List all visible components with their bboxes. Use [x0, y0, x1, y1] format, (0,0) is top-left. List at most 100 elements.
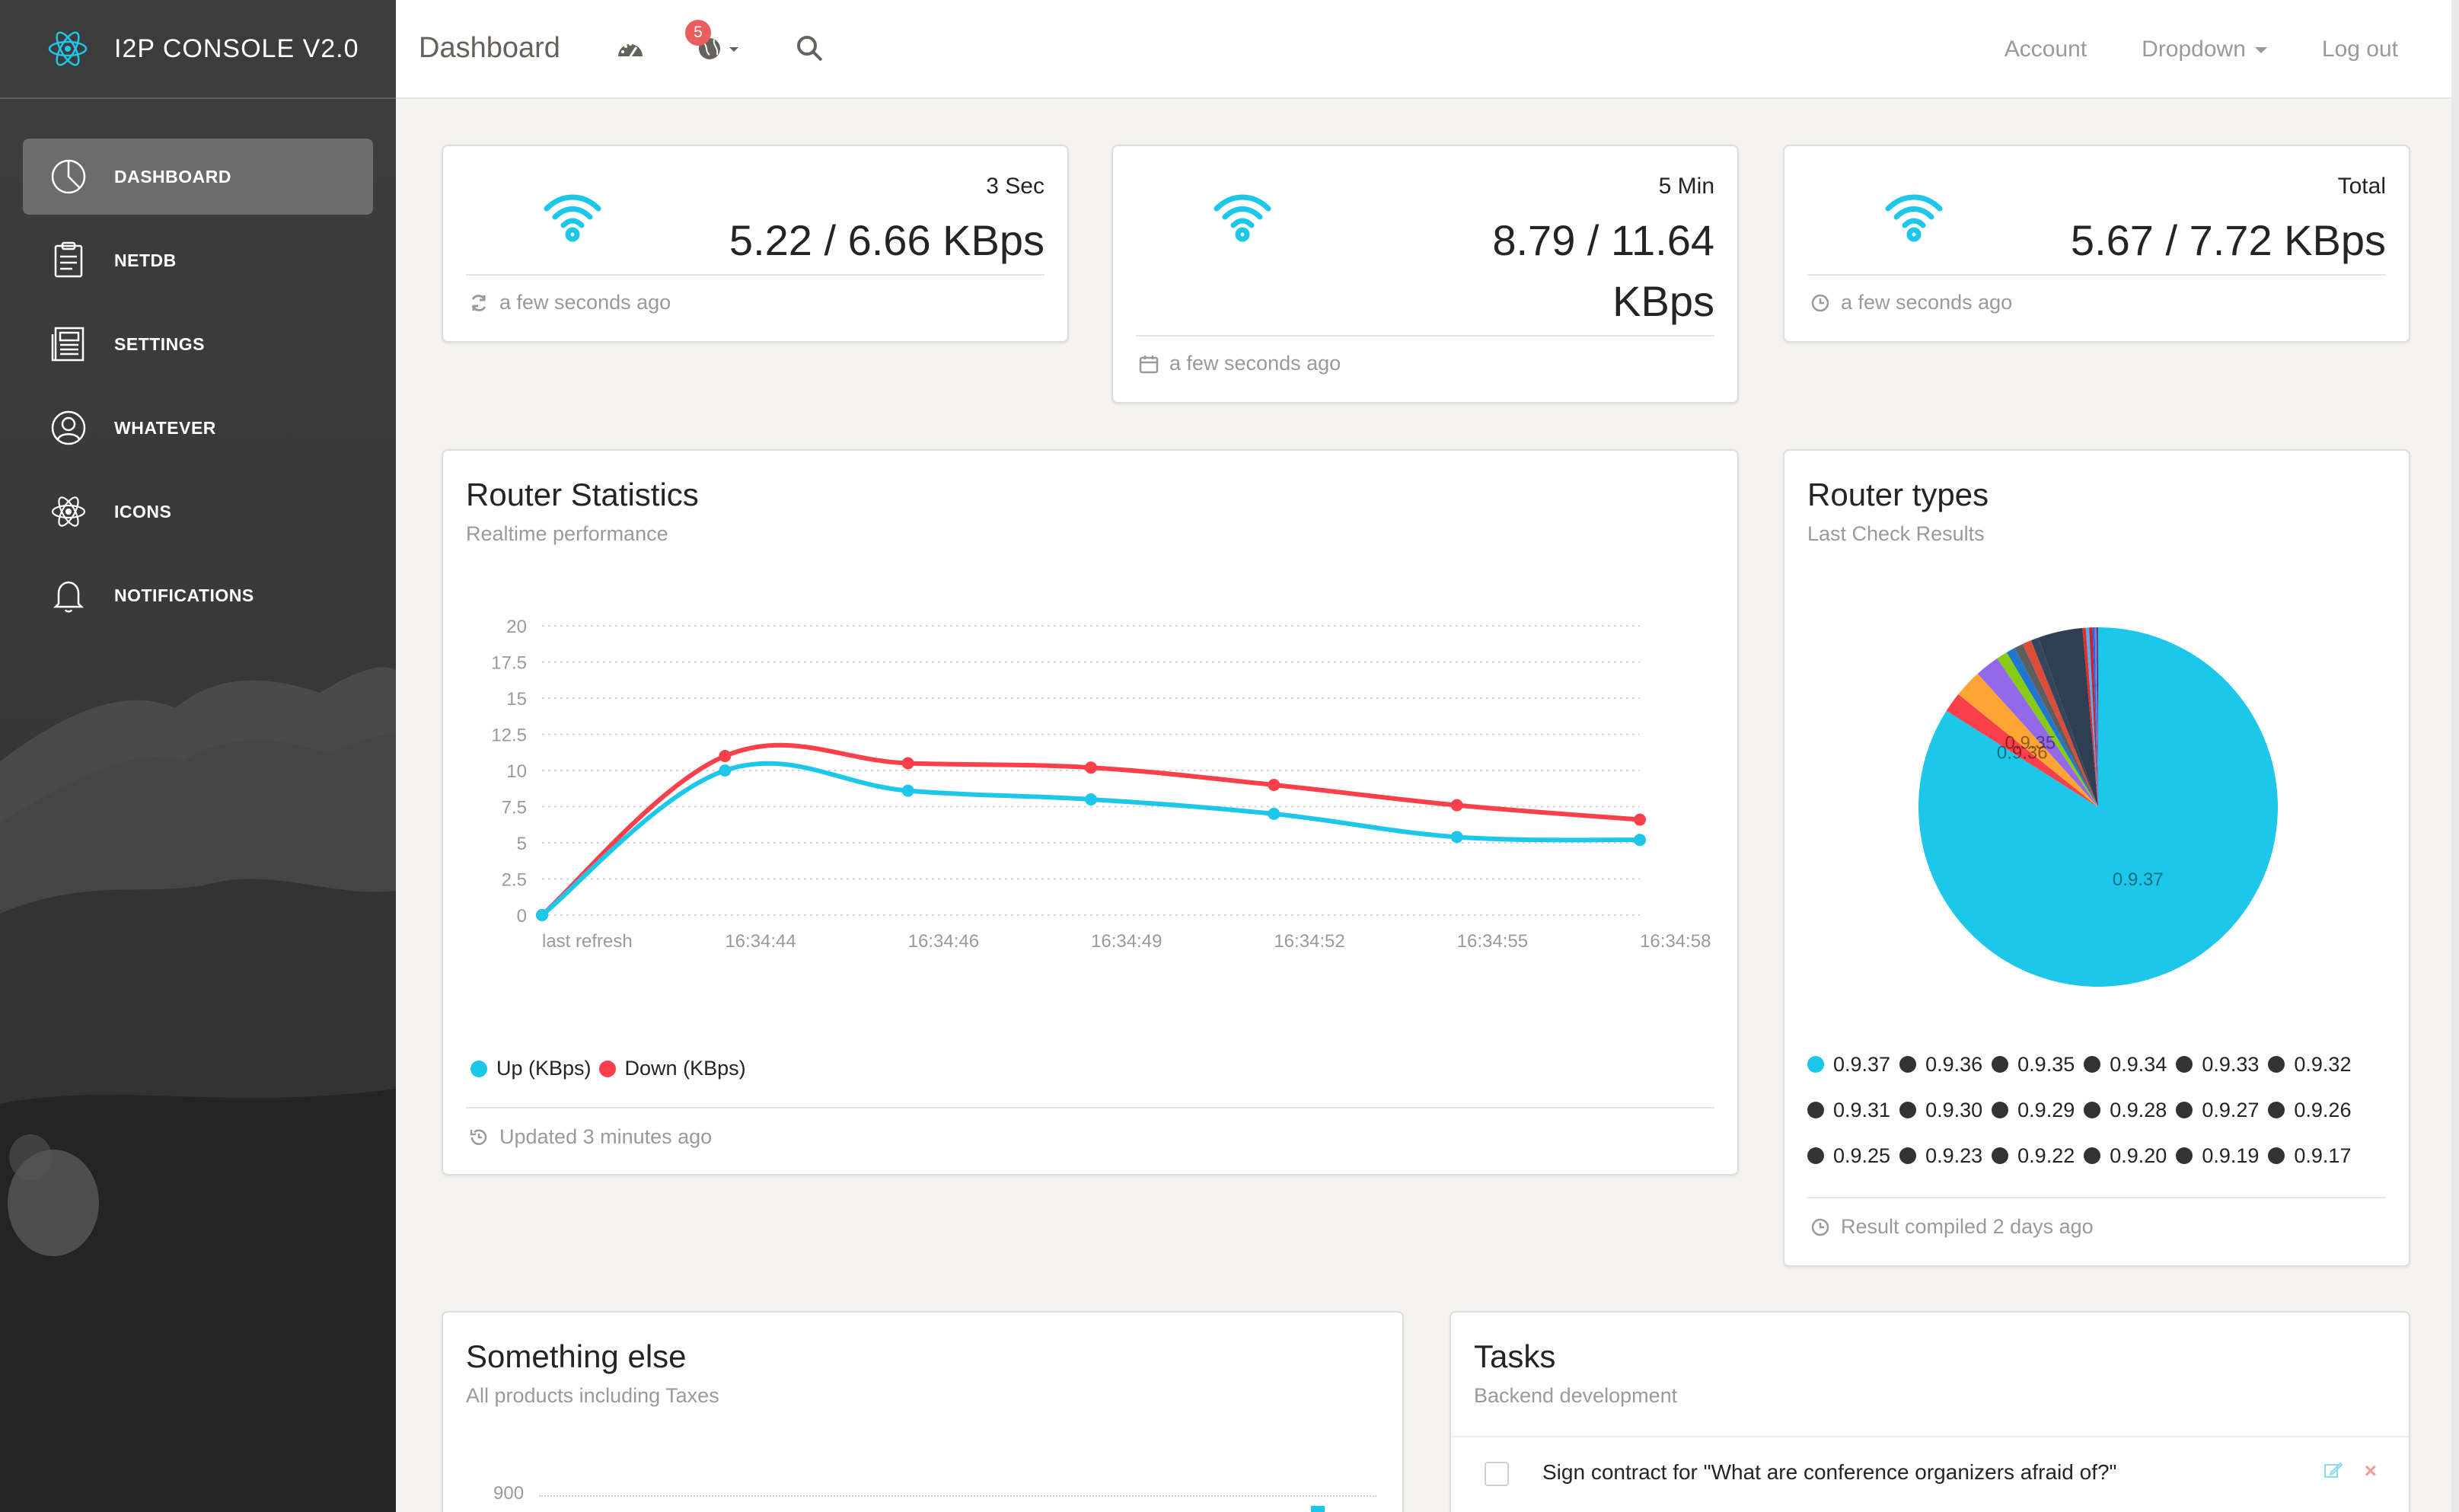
- sidebar-item-icons[interactable]: ICONS: [23, 474, 373, 550]
- legend-label: 0.9.33: [2202, 1052, 2260, 1076]
- dropdown-menu[interactable]: Dropdown: [2142, 37, 2267, 62]
- news-icon: [49, 324, 88, 364]
- x-tick-label: 16:34:52: [1274, 931, 1344, 952]
- card-subtitle: Realtime performance: [466, 522, 668, 545]
- legend-label: 0.9.19: [2202, 1144, 2260, 1167]
- sidebar-nav: DASHBOARD NETDB SETTINGS WHATEVER ICONS: [23, 139, 373, 641]
- stat-footer-text: a few seconds ago: [1841, 291, 2013, 314]
- divider: [1807, 274, 2386, 276]
- pie-slice-label: 0.9.37: [2113, 869, 2164, 890]
- y-tick-label: 17.5: [491, 653, 527, 674]
- y-tick-label: 5: [517, 834, 527, 854]
- data-point: [1268, 808, 1281, 820]
- sidebar-item-label: NETDB: [114, 250, 177, 270]
- stat-footer: a few seconds ago: [1139, 352, 1341, 375]
- dropdown-label: Dropdown: [2142, 37, 2246, 62]
- legend-label: 0.9.31: [1833, 1098, 1891, 1121]
- stat-card-3sec: 3 Sec 5.22 / 6.66 KBps a few seconds ago: [442, 145, 1069, 343]
- legend-swatch: [1992, 1147, 2009, 1164]
- pie-legend-item: 0.9.35: [1992, 1052, 2075, 1077]
- sidebar: I2P CONSOLE V2.0 DASHBOARD NETDB SETTING…: [0, 0, 396, 1512]
- sidebar-item-settings[interactable]: SETTINGS: [23, 306, 373, 382]
- divider: [1136, 335, 1714, 337]
- router-statistics-card: Router Statistics Realtime performance 0…: [442, 449, 1739, 1175]
- delete-icon[interactable]: ×: [2365, 1459, 2377, 1483]
- legend-label: 0.9.28: [2110, 1098, 2167, 1121]
- brand[interactable]: I2P CONSOLE V2.0: [0, 0, 396, 99]
- legend-label: 0.9.32: [2294, 1052, 2352, 1076]
- pie-legend-item: 0.9.30: [1899, 1098, 1982, 1122]
- stat-value: 5.22 / 6.66 KBps: [729, 216, 1045, 264]
- y-tick-label: 0: [517, 906, 527, 927]
- page-scrollbar[interactable]: [2451, 0, 2459, 1512]
- legend-down-swatch: [598, 1060, 616, 1077]
- x-tick-label: 16:34:49: [1091, 931, 1162, 952]
- account-link[interactable]: Account: [2005, 37, 2087, 62]
- sidebar-item-label: WHATEVER: [114, 417, 216, 438]
- x-tick-label: 16:34:58: [1640, 931, 1711, 952]
- legend-up-label: Up (KBps): [496, 1057, 592, 1080]
- pie-legend-item: 0.9.23: [1899, 1144, 1982, 1168]
- stat-label: 3 Sec: [986, 174, 1045, 199]
- stat-footer-text: a few seconds ago: [1169, 352, 1341, 375]
- legend-swatch: [1992, 1102, 2009, 1118]
- legend-swatch: [2268, 1102, 2285, 1118]
- pie-legend-item: 0.9.34: [2084, 1052, 2167, 1077]
- divider: [466, 274, 1045, 276]
- router-types-pie-chart: 0.9.370.9.360.9.35: [1918, 627, 2278, 987]
- legend-swatch: [2268, 1147, 2285, 1164]
- router-types-card: Router types Last Check Results 0.9.37 0.…: [1783, 449, 2410, 1267]
- notification-count-badge: 5: [685, 20, 711, 46]
- stat-label: 5 Min: [1658, 174, 1714, 199]
- legend-label: 0.9.17: [2294, 1144, 2352, 1167]
- dashboard-gauge-icon[interactable]: [615, 33, 646, 68]
- y-tick-label: 15: [506, 689, 527, 710]
- sidebar-item-whatever[interactable]: WHATEVER: [23, 390, 373, 466]
- card-title: Router Statistics: [466, 477, 699, 512]
- legend-label: 0.9.23: [1925, 1144, 1983, 1167]
- logout-link[interactable]: Log out: [2322, 37, 2398, 62]
- card-title: Tasks: [1474, 1338, 1556, 1374]
- router-statistics-chart: 0 2.5 5 7.5 10 12.5 15 17.5 20 last refresh 16:34:…: [491, 617, 1711, 952]
- user-icon: [49, 408, 88, 448]
- pie-legend: 0.9.37 0.9.36 0.9.35 0.9.34 0.9.33 0.9.32 0.9.…: [1807, 1052, 2386, 1168]
- stat-footer: a few seconds ago: [469, 291, 671, 314]
- clock-icon: [1811, 294, 1829, 311]
- y-tick-label: 900: [493, 1483, 525, 1504]
- legend-swatch: [1899, 1102, 1917, 1118]
- edit-icon[interactable]: [2323, 1460, 2343, 1484]
- refresh-icon: [471, 294, 486, 311]
- pie-legend-item: 0.9.17: [2268, 1144, 2351, 1168]
- stat-label: Total: [2337, 174, 2386, 199]
- sidebar-item-dashboard[interactable]: DASHBOARD: [23, 139, 373, 215]
- legend-label: 0.9.37: [1833, 1052, 1891, 1076]
- y-tick-label: 20: [506, 617, 527, 637]
- pie-legend-item: 0.9.26: [2268, 1098, 2351, 1122]
- card-title: Router types: [1807, 477, 1989, 512]
- card-footer-text: Updated 3 minutes ago: [499, 1125, 713, 1148]
- card-subtitle: Backend development: [1474, 1384, 1678, 1407]
- x-tick-label: 16:34:55: [1457, 931, 1528, 952]
- clock-icon: [1811, 1218, 1829, 1236]
- legend-label: 0.9.22: [2017, 1144, 2075, 1167]
- data-point: [1085, 793, 1097, 805]
- pie-legend-item: 0.9.32: [2268, 1052, 2351, 1077]
- search-icon[interactable]: [795, 33, 825, 68]
- legend-swatch: [1807, 1147, 1824, 1164]
- legend-label: 0.9.20: [2110, 1144, 2167, 1167]
- legend-swatch: [1807, 1102, 1824, 1118]
- task-checkbox[interactable]: [1485, 1462, 1509, 1486]
- card-title: Something else: [466, 1338, 687, 1374]
- pie-legend-item: 0.9.20: [2084, 1144, 2167, 1168]
- stat-card-total: Total 5.67 / 7.72 KBps a few seconds ago: [1783, 145, 2410, 343]
- card-footer: Result compiled 2 days ago: [1810, 1215, 2094, 1239]
- pie-legend-item: 0.9.27: [2176, 1098, 2259, 1122]
- data-point: [1634, 834, 1646, 847]
- sidebar-item-notifications[interactable]: NOTIFICATIONS: [23, 557, 373, 633]
- legend-swatch: [1899, 1147, 1917, 1164]
- legend-label: 0.9.36: [1925, 1052, 1983, 1076]
- data-point: [1085, 761, 1097, 774]
- sidebar-item-netdb[interactable]: NETDB: [23, 222, 373, 298]
- clipboard-icon: [49, 241, 88, 280]
- top-navbar: Dashboard 5 Account Dropdown Log out: [396, 0, 2459, 99]
